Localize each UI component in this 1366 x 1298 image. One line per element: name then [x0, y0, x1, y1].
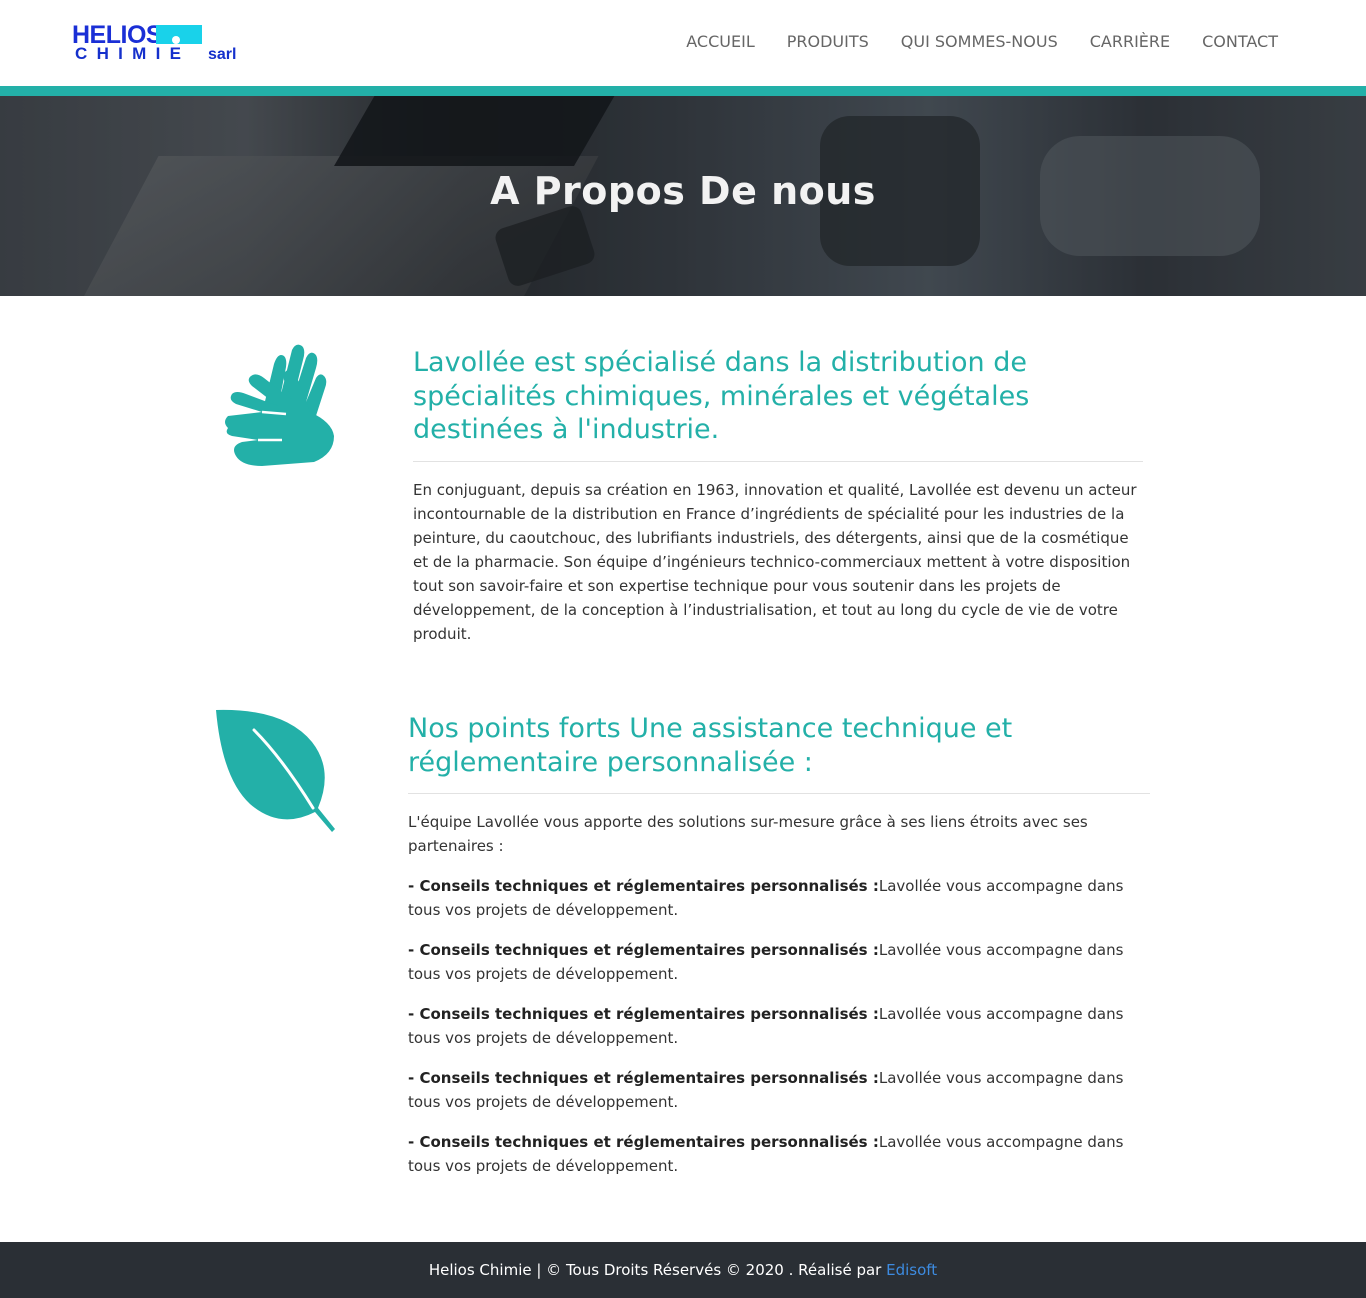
- point-label: - Conseils techniques et réglementaires …: [408, 1069, 879, 1087]
- logo-text-sarl: sarl: [208, 46, 237, 63]
- nav-item-produits[interactable]: PRODUITS: [787, 31, 869, 53]
- list-item: - Conseils techniques et réglementaires …: [408, 1066, 1148, 1114]
- section-divider: [413, 461, 1143, 462]
- list-item: - Conseils techniques et réglementaires …: [408, 1130, 1148, 1178]
- header-accent-bar: [0, 86, 1366, 96]
- hero-banner: A Propos De nous: [0, 96, 1366, 296]
- footer-link-edisoft[interactable]: Edisoft: [886, 1261, 937, 1279]
- section-heading-specialisation: Lavollée est spécialisé dans la distribu…: [413, 347, 1030, 445]
- main-nav: ACCUEIL PRODUITS QUI SOMMES-NOUS CARRIÈR…: [686, 31, 1278, 53]
- page-title: A Propos De nous: [490, 169, 876, 213]
- list-item: - Conseils techniques et réglementaires …: [408, 1002, 1148, 1050]
- list-item: - Conseils techniques et réglementaires …: [408, 874, 1148, 922]
- site-header: HELIOS CHIMIE sarl ACCUEIL PRODUITS QUI …: [0, 0, 1366, 86]
- section-paragraph-history: En conjuguant, depuis sa création en 196…: [413, 481, 1137, 643]
- logo-text-chimie: CHIMIE: [75, 44, 191, 63]
- section-heading-points-forts: Nos points forts Une assistance techniqu…: [408, 713, 1013, 778]
- point-label: - Conseils techniques et réglementaires …: [408, 1133, 879, 1151]
- point-label: - Conseils techniques et réglementaires …: [408, 1005, 879, 1023]
- hands-icon: [222, 342, 338, 466]
- footer-copyright: Helios Chimie | © Tous Droits Réservés ©…: [429, 1261, 937, 1279]
- section-paragraph-intro: L'équipe Lavollée vous apporte des solut…: [408, 813, 1088, 855]
- nav-item-accueil[interactable]: ACCUEIL: [686, 31, 754, 53]
- section-divider: [408, 793, 1150, 794]
- leaf-icon: [214, 708, 338, 834]
- site-logo[interactable]: HELIOS CHIMIE sarl: [72, 22, 244, 66]
- point-label: - Conseils techniques et réglementaires …: [408, 877, 879, 895]
- footer-copyright-text: Helios Chimie | © Tous Droits Réservés ©…: [428, 1261, 887, 1279]
- site-footer: Helios Chimie | © Tous Droits Réservés ©…: [0, 1242, 1366, 1298]
- nav-item-carriere[interactable]: CARRIÈRE: [1090, 31, 1170, 53]
- point-label: - Conseils techniques et réglementaires …: [408, 941, 879, 959]
- nav-item-qui-sommes-nous[interactable]: QUI SOMMES-NOUS: [901, 31, 1058, 53]
- logo-dot: [172, 36, 180, 44]
- list-item: - Conseils techniques et réglementaires …: [408, 938, 1148, 986]
- nav-item-contact[interactable]: CONTACT: [1202, 31, 1278, 53]
